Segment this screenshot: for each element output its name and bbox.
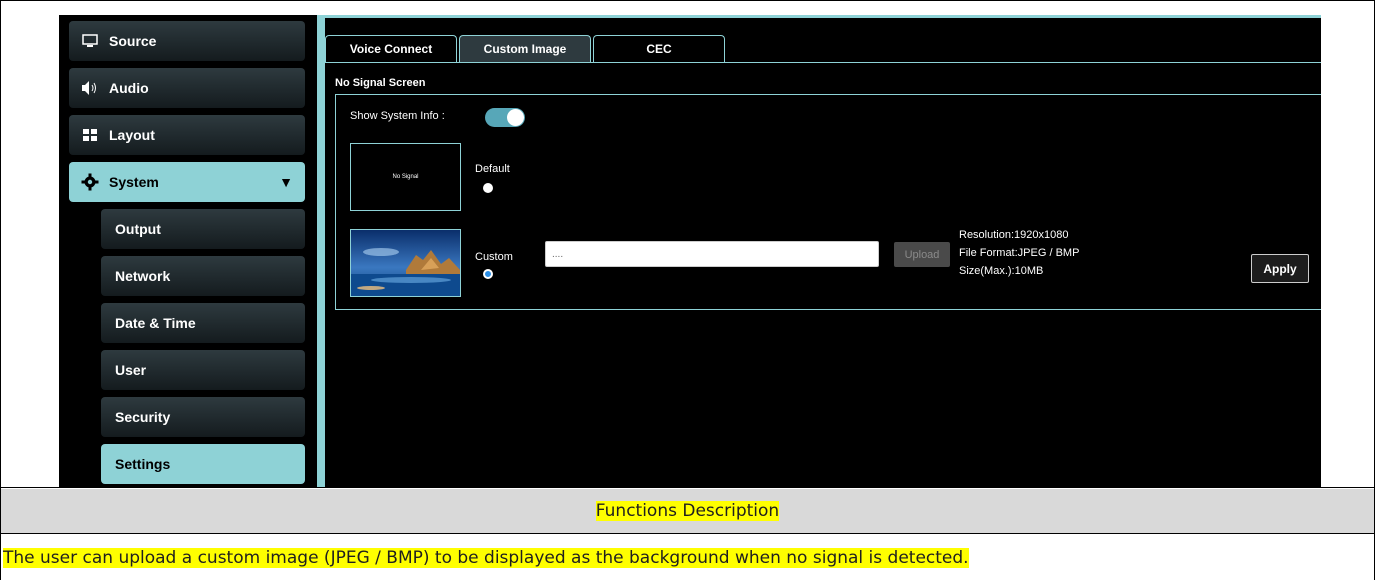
main-panel: Voice Connect Custom Image CEC No Signal… (325, 15, 1321, 487)
screenshot-cell: Source Audio Layout System ▼ Output Netw… (1, 1, 1374, 488)
tab-label: CEC (646, 42, 672, 56)
custom-radio[interactable] (483, 269, 493, 279)
sidebar-item-label: System (109, 174, 159, 190)
resolution-info: Resolution:1920x1080 (959, 229, 1069, 241)
tab-label: Custom Image (483, 42, 567, 56)
size-info: Size(Max.):10MB (959, 265, 1044, 277)
description-text: The user can upload a custom image (JPEG… (3, 547, 969, 568)
show-system-info-label: Show System Info : (350, 110, 445, 122)
sidebar-subitem-settings[interactable]: Settings (101, 444, 305, 484)
default-radio[interactable] (483, 183, 493, 193)
document-table: Source Audio Layout System ▼ Output Netw… (0, 0, 1375, 580)
sidebar-subitem-label: Network (115, 268, 171, 284)
sidebar-subitem-label: Security (115, 409, 171, 425)
tab-underline (325, 62, 1321, 63)
sidebar-subitem-output[interactable]: Output (101, 209, 305, 249)
tab-cec[interactable]: CEC (593, 35, 725, 62)
sidebar-item-layout[interactable]: Layout (69, 115, 305, 155)
caret-down-icon: ▼ (279, 174, 293, 190)
description-row: The user can upload a custom image (JPEG… (1, 535, 1374, 580)
app-screenshot: Source Audio Layout System ▼ Output Netw… (59, 15, 1321, 487)
default-image-thumbnail: No Signal (350, 143, 461, 211)
sidebar-item-source[interactable]: Source (69, 21, 305, 61)
toggle-knob (507, 109, 524, 126)
sidebar-item-system[interactable]: System ▼ (69, 162, 305, 202)
sidebar-subitem-date-time[interactable]: Date & Time (101, 303, 305, 343)
no-signal-text: No Signal (392, 174, 419, 180)
sidebar-item-label: Source (109, 33, 157, 49)
description-header-row: Functions Description (1, 489, 1374, 534)
description-header: Functions Description (595, 501, 780, 521)
tab-voice-connect[interactable]: Voice Connect (325, 35, 457, 62)
section-box (335, 94, 1321, 310)
speaker-icon (81, 79, 99, 97)
default-label: Default (475, 163, 510, 175)
sidebar-item-label: Audio (109, 80, 149, 96)
sidebar-divider (317, 15, 325, 487)
sidebar-subitem-label: Settings (115, 456, 171, 472)
sidebar-item-audio[interactable]: Audio (69, 68, 305, 108)
sidebar-subitem-user[interactable]: User (101, 350, 305, 390)
file-format-info: File Format:JPEG / BMP (959, 247, 1080, 259)
section-title: No Signal Screen (335, 77, 426, 89)
tab-custom-image[interactable]: Custom Image (459, 35, 591, 62)
custom-image-thumbnail (350, 229, 461, 297)
monitor-icon (81, 32, 99, 50)
image-path-input[interactable] (545, 241, 879, 267)
sidebar-subitem-label: Output (115, 221, 161, 237)
sidebar-subitem-network[interactable]: Network (101, 256, 305, 296)
sidebar-item-label: Layout (109, 127, 155, 143)
sidebar: Source Audio Layout System ▼ Output Netw… (59, 15, 316, 487)
top-accent-line (325, 15, 1321, 18)
show-system-info-toggle[interactable] (485, 108, 525, 127)
layout-icon (81, 126, 99, 144)
gear-icon (81, 173, 99, 191)
sidebar-subitem-label: Date & Time (115, 315, 196, 331)
apply-button[interactable]: Apply (1251, 254, 1309, 283)
custom-label: Custom (475, 251, 513, 263)
upload-button[interactable]: Upload (894, 242, 950, 267)
tab-label: Voice Connect (349, 42, 433, 56)
sidebar-subitem-label: User (115, 362, 147, 378)
sidebar-subitem-security[interactable]: Security (101, 397, 305, 437)
